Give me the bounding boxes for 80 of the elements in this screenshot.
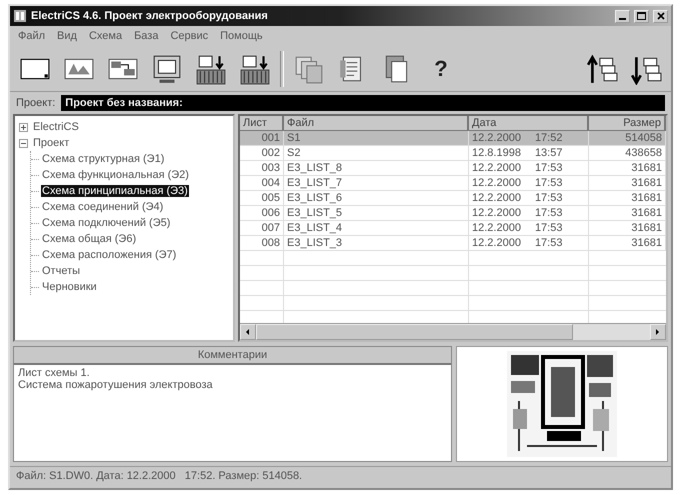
table-cell: 31681	[589, 236, 666, 251]
table-cell: 31681	[589, 221, 666, 236]
table-cell: S1	[284, 131, 469, 146]
tree-item[interactable]: Проект	[32, 137, 70, 149]
menu-item[interactable]: Файл	[18, 30, 46, 42]
menu-item[interactable]: Помощь	[220, 30, 263, 42]
table-cell: E3_LIST_7	[284, 176, 469, 191]
table-cell: 31681	[589, 191, 666, 206]
time-text: 17:53	[534, 162, 562, 174]
column-header[interactable]: Размер	[589, 116, 666, 131]
table-cell: 438658	[589, 146, 666, 161]
time-text: 17:53	[534, 237, 562, 249]
menu-item[interactable]: База	[134, 30, 158, 42]
tree-item[interactable]: ElectriCS	[32, 121, 80, 133]
date-text: 12.2.2000	[472, 222, 521, 234]
tree-item[interactable]: Схема принципиальная (Э3)	[41, 185, 189, 197]
time-text: 13:57	[534, 147, 562, 159]
table-cell: 002	[240, 146, 284, 161]
table-cell: 008	[240, 236, 284, 251]
table-cell: E3_LIST_8	[284, 161, 469, 176]
table-cell: 003	[240, 161, 284, 176]
sheet-arrow-icon	[239, 52, 271, 84]
maximize-icon	[637, 12, 646, 20]
tree-item[interactable]: Схема подключений (Э5)	[41, 217, 172, 229]
menu-item[interactable]: Сервис	[170, 30, 208, 42]
app-icon	[13, 9, 27, 23]
project-name-field[interactable]: Проект без названия:	[61, 95, 665, 111]
date-text: 12.2.2000	[472, 207, 521, 219]
tree-item[interactable]: Черновики	[41, 281, 98, 293]
collapse-icon[interactable]	[19, 138, 28, 148]
status-bar: Файл: S1.DW0. Дата: 12.2.2000 17:52. Размер: 514058.	[10, 466, 671, 484]
help-button[interactable]: ?	[422, 50, 460, 88]
column-header[interactable]: Дата	[469, 116, 589, 131]
menu-item[interactable]: Вид	[57, 30, 77, 42]
close-button[interactable]	[653, 10, 668, 22]
table-cell: 006	[240, 206, 284, 221]
table-cell: E3_LIST_3	[284, 236, 469, 251]
table-cell: E3_LIST_4	[284, 221, 469, 236]
tree-item[interactable]: Схема структурная (Э1)	[41, 153, 166, 165]
minimize-button[interactable]	[615, 10, 630, 22]
expand-icon[interactable]	[19, 122, 28, 132]
tree-item[interactable]: Схема расположения (Э7)	[41, 249, 178, 261]
window-title: ElectriCS 4.6. Проект электрооборудования	[31, 10, 269, 22]
table-cell: 31681	[589, 161, 666, 176]
column-header[interactable]: Файл	[284, 116, 469, 131]
date-text: 12.2.2000	[472, 162, 521, 174]
date-text: 12.2.2000	[472, 237, 521, 249]
time-text: 17:53	[534, 207, 562, 219]
close-icon	[656, 12, 664, 20]
date-text: 12.2.2000	[472, 132, 521, 144]
time-text: 17:53	[534, 192, 562, 204]
table-cell: 31681	[589, 176, 666, 191]
table-cell: S2	[284, 146, 469, 161]
project-label: Проект:	[16, 97, 56, 109]
table-cell: E3_LIST_5	[284, 206, 469, 221]
tree-item[interactable]: Схема общая (Э6)	[41, 233, 138, 245]
tree-item[interactable]: Отчеты	[41, 265, 82, 277]
table-cell: 001	[240, 131, 284, 146]
tree-item[interactable]: Схема соединений (Э4)	[41, 201, 164, 213]
table-cell: 007	[240, 221, 284, 236]
time-text: 17:52	[534, 132, 562, 144]
maximize-button[interactable]	[634, 10, 649, 22]
menu-item[interactable]: Схема	[88, 30, 122, 42]
column-header[interactable]: Лист	[240, 116, 284, 131]
table-cell: 005	[240, 191, 284, 206]
comments-text-area[interactable]: Лист схемы 1. Система пожаротушения электровоза	[14, 365, 451, 461]
tree-item[interactable]: Схема функциональная (Э2)	[41, 169, 190, 181]
time-text: 17:53	[534, 177, 562, 189]
table-cell: 004	[240, 176, 284, 191]
horizontal-scrollbar[interactable]	[240, 323, 666, 340]
table-cell: E3_LIST_6	[284, 191, 469, 206]
date-text: 12.2.2000	[472, 192, 521, 204]
up-arrow-list-icon	[586, 52, 618, 84]
time-text: 17:53	[534, 222, 562, 234]
date-text: 12.8.1998	[472, 147, 521, 159]
table-cell: 31681	[589, 206, 666, 221]
sheet-arrow-icon	[195, 52, 227, 84]
monitor-icon	[151, 52, 183, 84]
table-cell: 514058	[589, 131, 666, 146]
date-text: 12.2.2000	[472, 177, 521, 189]
